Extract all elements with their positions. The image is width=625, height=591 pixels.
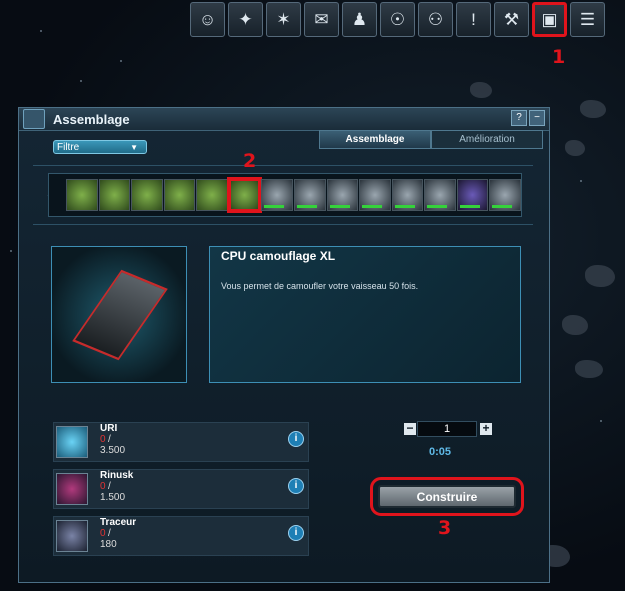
filter-label: Filtre [57,142,80,153]
top-toolbar: ☺ ✦ ✶ ✉ ♟ ☉ ⚇ ! ⚒ ▣ ☰ [190,2,605,42]
uri-icon [56,426,88,458]
filter-dropdown[interactable]: Filtre ▼ [53,140,147,154]
resource-owned: 0 [100,481,106,492]
callout-3: 3 [438,517,452,539]
item-carousel [48,173,522,217]
item-slot[interactable] [261,179,293,211]
tab-bar: Assemblage Amélioration [319,130,543,149]
menu-icon[interactable]: ☰ [570,2,605,37]
rinusk-icon [56,473,88,505]
info-icon[interactable]: i [288,525,304,541]
item-slot[interactable] [326,179,359,211]
resource-owned: 0 [100,528,106,539]
resource-required: 180 [100,539,117,550]
resource-required: 3.500 [100,445,126,456]
group-icon[interactable]: ♟ [342,2,377,37]
minimize-button[interactable]: − [529,110,545,126]
decrement-button[interactable]: − [404,422,416,435]
build-button[interactable]: Construire [370,477,524,516]
info-icon[interactable]: i [288,478,304,494]
item-preview [51,246,187,383]
item-slot-selected[interactable] [226,177,263,213]
increment-button[interactable]: + [480,422,492,435]
divider [33,165,533,166]
separator: / [108,434,111,445]
assembly-icon[interactable]: ▣ [532,2,567,37]
build-time: 0:05 [429,446,452,458]
item-slot[interactable] [66,179,98,211]
radar-icon[interactable]: ☉ [380,2,415,37]
item-slot[interactable] [163,179,196,211]
item-slot[interactable] [131,179,163,211]
info-icon[interactable]: i [288,431,304,447]
window-title: Assemblage [53,111,130,127]
item-slot[interactable] [293,179,326,211]
chevron-down-icon: ▼ [130,143,138,152]
resource-required: 1.500 [100,492,126,503]
item-slot[interactable] [456,179,489,211]
resource-name: Traceur [100,517,137,528]
guild-icon[interactable]: ✦ [228,2,263,37]
item-name: CPU camouflage XL [221,249,336,263]
skills-icon[interactable]: ✶ [266,2,301,37]
tab-assemblage[interactable]: Assemblage [319,130,431,149]
item-description-panel [209,246,521,383]
separator: / [108,528,111,539]
resource-name: Rinusk [100,470,134,481]
resource-row: Traceur 0 / 180 i [53,516,309,556]
network-icon[interactable]: ⚇ [418,2,453,37]
item-slot[interactable] [196,179,228,211]
window-titlebar[interactable]: Assemblage [19,108,549,131]
resource-row: Rinusk 0 / 1.500 i [53,469,309,509]
item-slot[interactable] [391,179,424,211]
resource-row: URI 0 / 3.500 i [53,422,309,462]
item-description: Vous permet de camoufler votre vaisseau … [221,281,419,291]
callout-1: 1 [552,46,566,68]
item-slot[interactable] [424,179,456,211]
chat-icon[interactable]: ✉ [304,2,339,37]
assembly-window: Assemblage ? − Assemblage Amélioration F… [18,107,550,583]
separator: / [108,481,111,492]
item-slot[interactable] [489,179,521,211]
help-button[interactable]: ? [511,110,527,126]
resource-owned: 0 [100,434,106,445]
quantity-input[interactable]: 1 [417,421,477,437]
traceur-icon [56,520,88,552]
item-slot[interactable] [98,179,131,211]
divider [33,224,533,225]
item-slot[interactable] [359,179,391,211]
alert-icon[interactable]: ! [456,2,491,37]
cpu-camouflage-icon [72,269,168,361]
tab-amelioration[interactable]: Amélioration [431,130,543,149]
callout-2: 2 [243,150,257,172]
resource-name: URI [100,423,118,434]
profile-icon[interactable]: ☺ [190,2,225,37]
tools-icon[interactable]: ⚒ [494,2,529,37]
assembly-window-icon [23,109,45,129]
